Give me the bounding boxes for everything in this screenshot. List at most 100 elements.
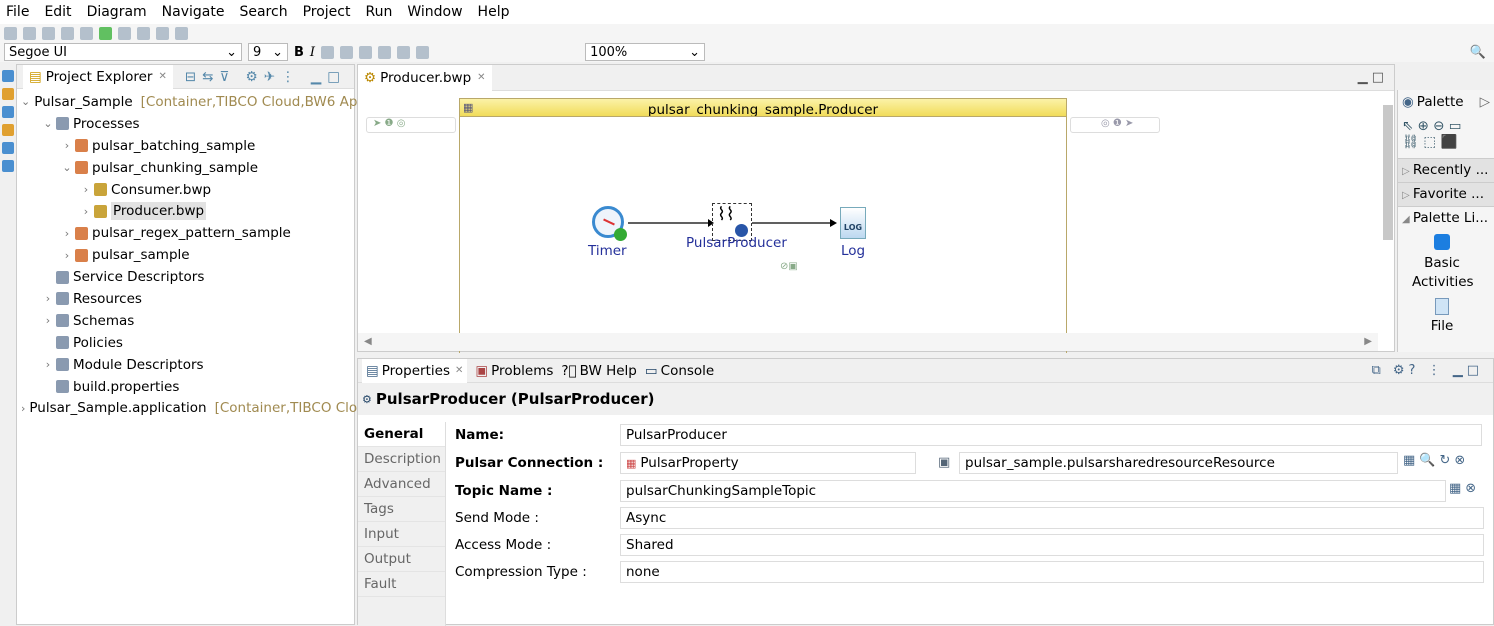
font-color-icon[interactable] <box>321 45 335 59</box>
tree-item[interactable]: build.properties <box>17 376 354 398</box>
process-container[interactable]: pulsar_chunking_sample.Producer ▦ Timer … <box>459 98 1067 353</box>
line-color-icon[interactable] <box>359 45 373 59</box>
horizontal-scrollbar[interactable]: ◀ ▶ <box>358 333 1378 351</box>
chevron-right-icon[interactable]: › <box>59 227 75 240</box>
print-icon[interactable] <box>61 26 74 40</box>
chevron-right-icon[interactable]: › <box>21 402 25 415</box>
palette-drawer-library[interactable]: ◢ Palette Li... <box>1398 206 1494 230</box>
name-input[interactable]: PulsarProducer <box>620 424 1482 446</box>
menu-help[interactable]: Help <box>478 4 510 20</box>
run-icon[interactable] <box>99 26 112 40</box>
chevron-down-icon[interactable]: ⌄ <box>21 95 30 108</box>
folder-icon[interactable] <box>2 88 14 100</box>
outline-icon[interactable] <box>2 70 14 82</box>
search-icon[interactable] <box>137 26 150 40</box>
quick-access-search-icon[interactable]: 🔍 <box>1470 45 1486 60</box>
vertical-scrollbar[interactable] <box>1383 105 1393 240</box>
timer-icon[interactable] <box>592 206 627 241</box>
side-tab-advanced[interactable]: Advanced <box>358 472 445 497</box>
save-icon[interactable] <box>23 26 36 40</box>
tree-item[interactable]: Policies <box>17 332 354 354</box>
send-mode-select[interactable]: Async <box>620 507 1484 529</box>
menu-file[interactable]: File <box>6 4 29 20</box>
font-select[interactable]: Segoe UI ⌄ <box>4 43 242 61</box>
size-icon[interactable] <box>416 45 430 59</box>
menu-search[interactable]: Search <box>239 4 287 20</box>
tree-item[interactable]: Service Descriptors <box>17 266 354 288</box>
arrange-icon[interactable] <box>378 45 392 59</box>
forward-icon[interactable] <box>175 26 188 40</box>
server-icon[interactable] <box>2 160 14 172</box>
side-tab-output[interactable]: Output <box>358 547 445 572</box>
pulsar-connection-property[interactable]: ▦ PulsarProperty <box>620 452 916 474</box>
menu-diagram[interactable]: Diagram <box>87 4 147 20</box>
tree-item[interactable]: › Pulsar_Sample.application [Container,TIB… <box>17 397 366 419</box>
editor-tab-producer[interactable]: ⚙ Producer.bwp ✕ <box>358 64 492 91</box>
chevron-right-icon[interactable]: › <box>40 292 56 305</box>
log-icon[interactable]: LOG <box>840 207 866 239</box>
pulsar-connection-resource[interactable]: pulsar_sample.pulsarsharedresourceResour… <box>959 452 1398 474</box>
tab-bw-help[interactable]: ?⃝ BW Help <box>561 363 636 379</box>
tab-problems[interactable]: ▣ Problems <box>475 363 553 379</box>
tree-item[interactable]: › pulsar_sample <box>17 244 354 266</box>
chevron-down-icon[interactable]: ⌄ <box>59 161 75 174</box>
side-tab-general[interactable]: General <box>358 422 445 447</box>
activity-hover-toolbar[interactable]: ⊘▣ <box>780 261 798 272</box>
view-menu-icons[interactable]: ⧉ ⚙? ⋮ ▁□ <box>1371 363 1483 378</box>
tree-item[interactable]: › pulsar_regex_pattern_sample <box>17 222 354 244</box>
tree-item[interactable]: › Schemas <box>17 310 354 332</box>
palette-tools[interactable]: ⇖ ⊕ ⊖ ▭ ⛓ ⬚ ⬛ <box>1398 114 1494 158</box>
search-view-icon[interactable] <box>2 124 14 136</box>
chevron-right-icon[interactable]: › <box>78 205 94 218</box>
save-all-icon[interactable] <box>42 26 55 40</box>
file-icon[interactable] <box>1435 298 1449 315</box>
tab-console[interactable]: ▭ Console <box>645 363 714 379</box>
project-explorer-tab[interactable]: ▤ Project Explorer ✕ <box>23 64 173 89</box>
close-icon[interactable]: ✕ <box>455 365 463 376</box>
menu-edit[interactable]: Edit <box>44 4 71 20</box>
palette-item-basic-activities[interactable]: Basic Activities <box>1412 254 1474 292</box>
align-icon[interactable] <box>397 45 411 59</box>
back-icon[interactable] <box>156 26 169 40</box>
font-size-select[interactable]: 9 ⌄ <box>248 43 288 61</box>
connection-action-icons[interactable]: ▦🔍↻⊗ <box>1403 453 1469 468</box>
side-tab-fault[interactable]: Fault <box>358 572 445 597</box>
italic-button[interactable]: I <box>310 45 315 60</box>
process-end-toolbar[interactable]: ◎ ❶ ➤ <box>1070 117 1160 133</box>
side-tab-tags[interactable]: Tags <box>358 497 445 522</box>
module-icon[interactable] <box>2 142 14 154</box>
topic-name-input[interactable]: pulsarChunkingSampleTopic <box>620 480 1446 502</box>
tab-properties[interactable]: ▤ Properties ✕ <box>362 358 468 383</box>
chevron-right-icon[interactable]: › <box>59 139 75 152</box>
palette-drawer-favorite[interactable]: ▷ Favorite ... <box>1398 182 1494 206</box>
chevron-down-icon[interactable]: ⌄ <box>40 117 56 130</box>
palette-drawer-recent[interactable]: ▷ Recently ... <box>1398 158 1494 182</box>
new-icon[interactable] <box>4 26 17 40</box>
view-icon[interactable] <box>2 106 14 118</box>
tree-item[interactable]: › Consumer.bwp <box>17 179 354 201</box>
basic-activities-icon[interactable] <box>1434 234 1450 250</box>
menu-run[interactable]: Run <box>365 4 392 20</box>
zoom-select[interactable]: 100% ⌄ <box>585 43 706 61</box>
close-icon[interactable]: ✕ <box>158 71 166 82</box>
tree-item[interactable]: ⌄ pulsar_chunking_sample <box>17 157 354 179</box>
menu-project[interactable]: Project <box>303 4 351 20</box>
bold-button[interactable]: B <box>294 45 304 60</box>
compression-type-select[interactable]: none <box>620 561 1484 583</box>
chevron-right-icon[interactable]: › <box>40 314 56 327</box>
palette-item-file[interactable]: File <box>1398 317 1486 336</box>
side-tab-description[interactable]: Description <box>358 447 445 472</box>
process-start-toolbar[interactable]: ➤ ❶ ◎ <box>366 117 456 133</box>
tree-item[interactable]: ⌄ Pulsar_Sample [Container,TIBCO Cloud,BW6… <box>17 91 366 113</box>
topic-action-icons[interactable]: ▦⊗ <box>1449 481 1480 496</box>
side-tab-input[interactable]: Input <box>358 522 445 547</box>
menu-window[interactable]: Window <box>407 4 462 20</box>
tree-item[interactable]: › pulsar_batching_sample <box>17 135 354 157</box>
tree-item[interactable]: › Producer.bwp <box>17 200 354 222</box>
chevron-right-icon[interactable]: › <box>59 249 75 262</box>
fill-color-icon[interactable] <box>340 45 354 59</box>
access-mode-select[interactable]: Shared <box>620 534 1484 556</box>
tree-item[interactable]: › Resources <box>17 288 354 310</box>
external-tools-icon[interactable] <box>118 26 131 40</box>
tree-item[interactable]: ⌄ Processes <box>17 113 354 135</box>
